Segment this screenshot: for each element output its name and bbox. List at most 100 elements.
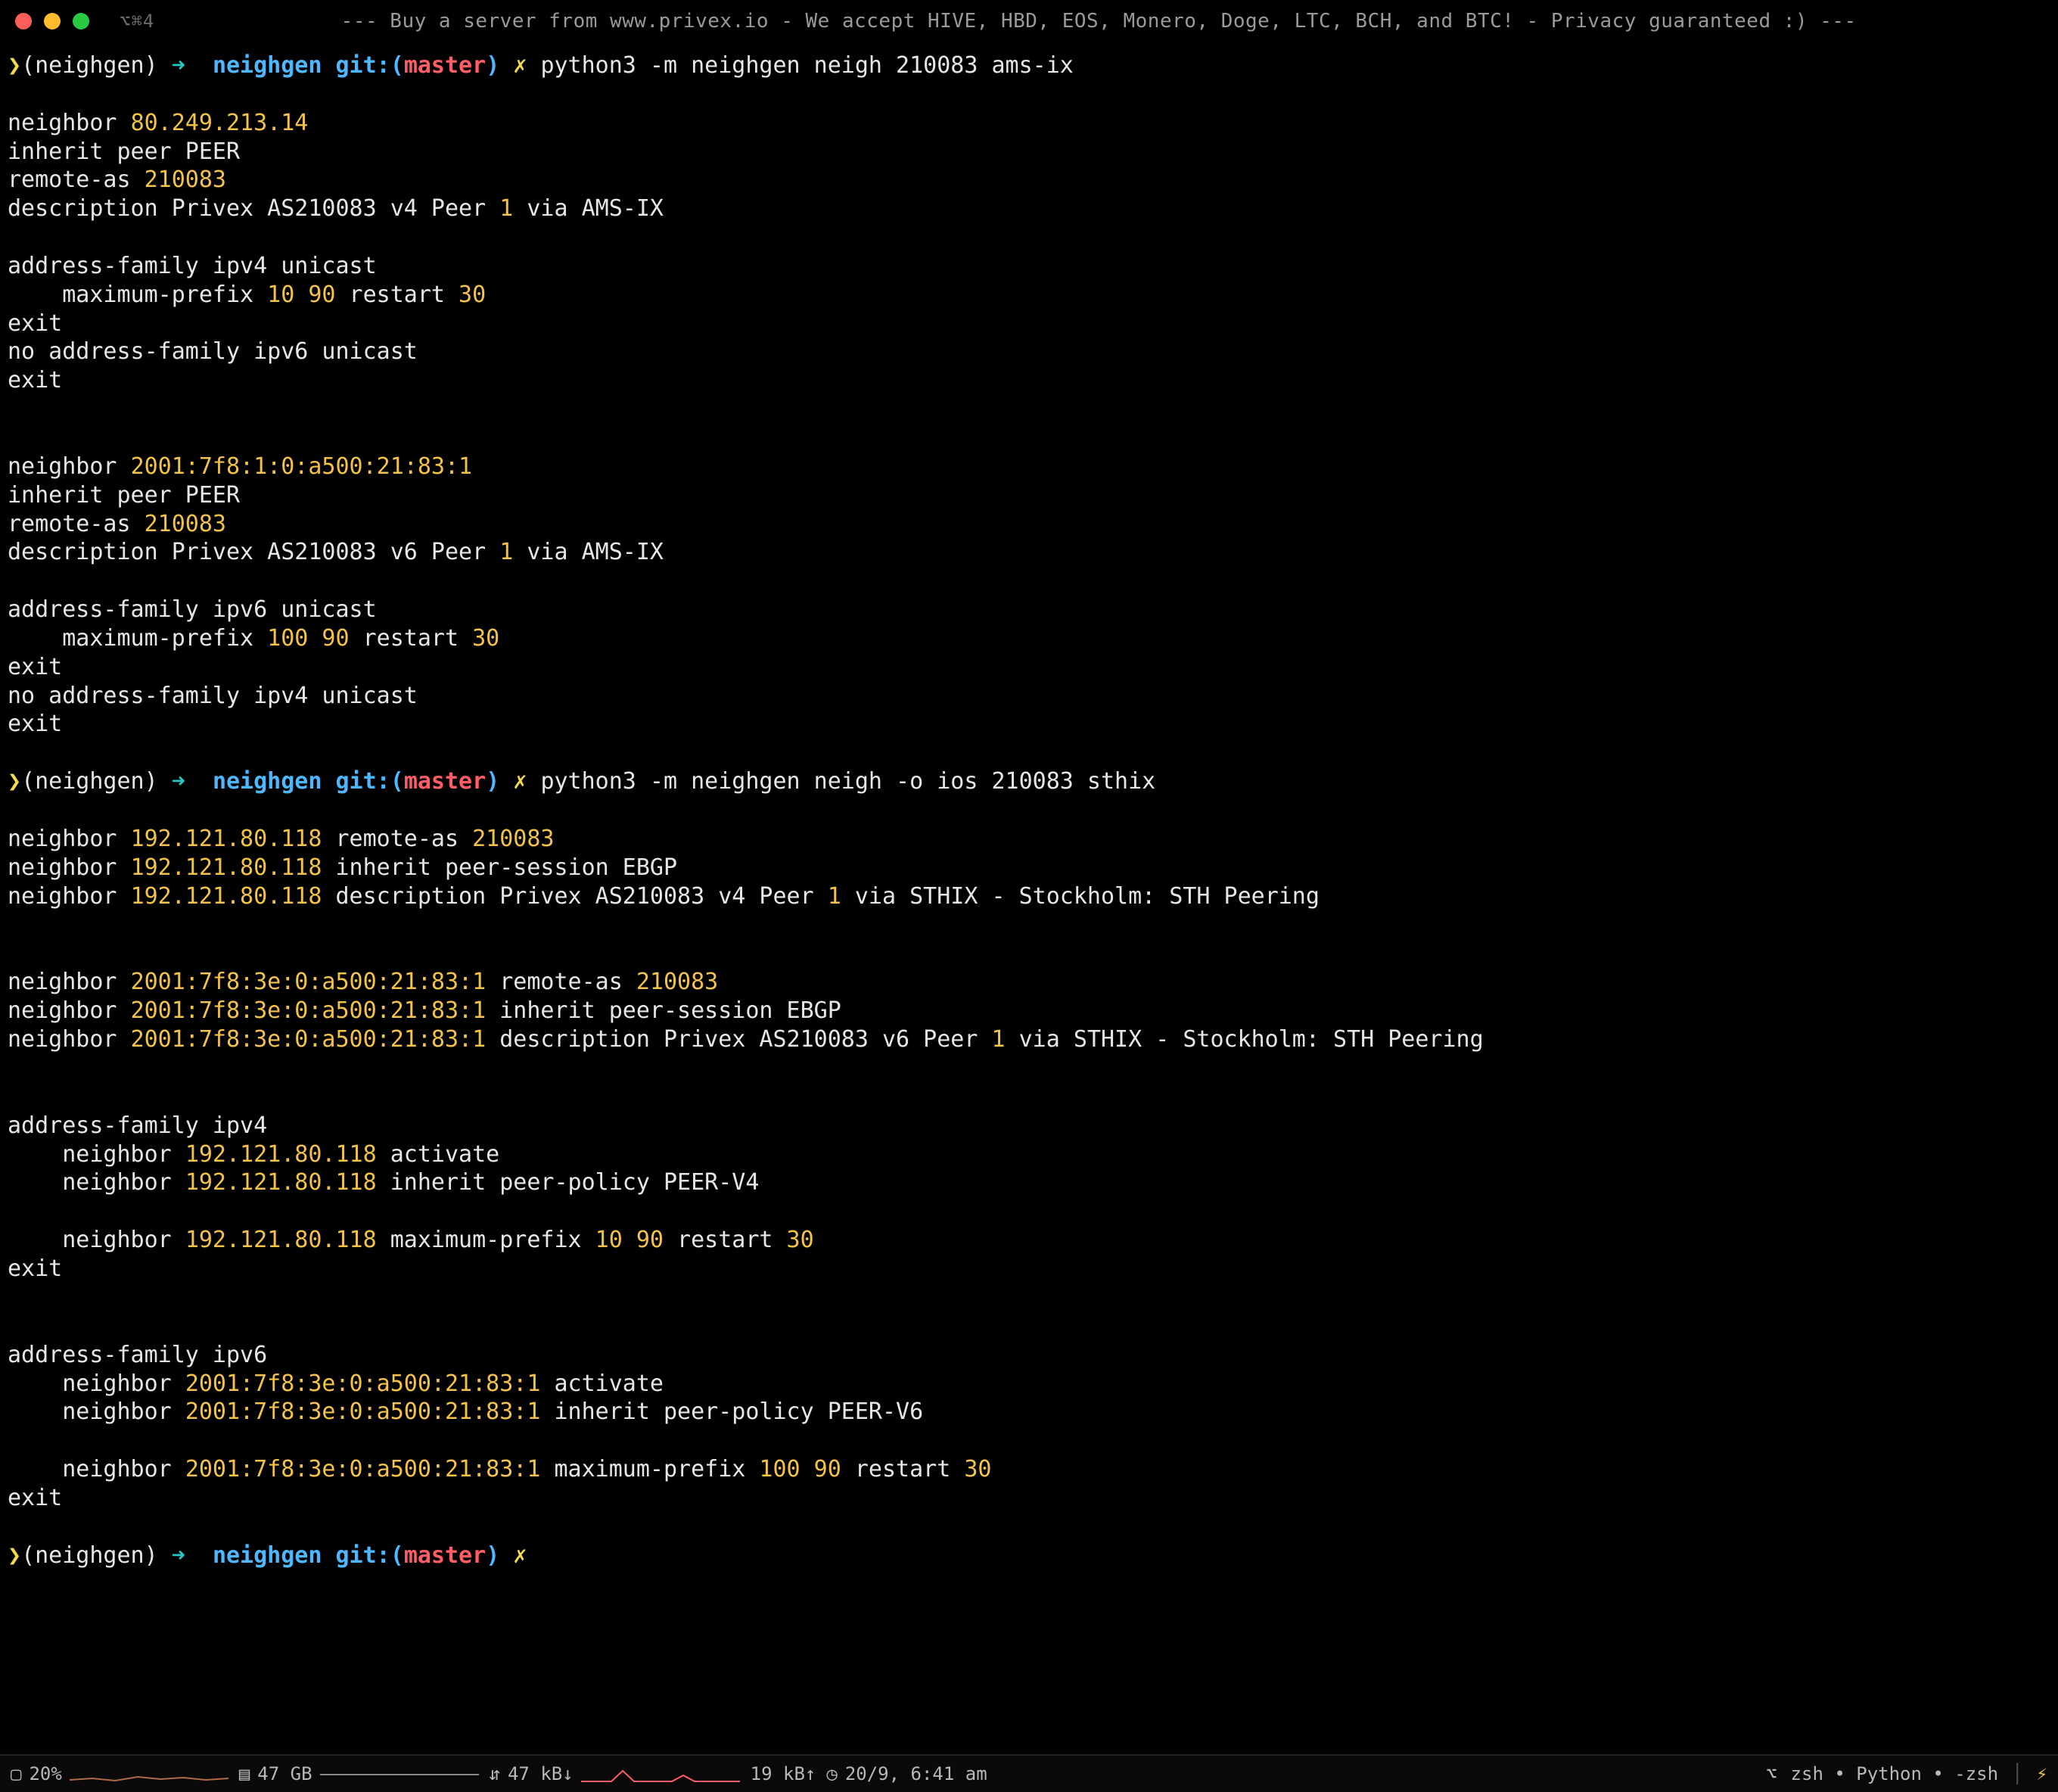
kw-remote-as: remote-as — [8, 511, 145, 537]
output-line: neighbor 80.249.213.14 — [8, 109, 2050, 138]
ip-literal: 192.121.80.118 — [185, 1227, 377, 1253]
output-line: neighbor 2001:7f8:3e:0:a500:21:83:1 inhe… — [8, 1398, 2050, 1426]
status-bar: ▢ 20% ▤ 47 GB ⇵ 47 kB↓ 19 kB↑ ◷ 20/9, 6:… — [0, 1754, 2058, 1792]
window-titlebar: ⌥⌘4 --- Buy a server from www.privex.io … — [0, 0, 2058, 42]
cwd: neighgen — [213, 768, 322, 795]
kw-neighbor: neighbor — [8, 1370, 185, 1397]
output-line: description Privex AS210083 v6 Peer 1 vi… — [8, 538, 2050, 567]
window-title: --- Buy a server from www.privex.io - We… — [154, 9, 2043, 34]
kw-neighbor: neighbor — [8, 826, 131, 852]
asn-literal: 210083 — [636, 969, 718, 995]
asn-literal: 210083 — [472, 826, 554, 852]
asn-literal: 210083 — [145, 166, 226, 193]
num-literal: 1 — [828, 883, 841, 910]
ip-literal: 2001:7f8:1:0:a500:21:83:1 — [131, 453, 473, 480]
output-line: neighbor 2001:7f8:3e:0:a500:21:83:1 acti… — [8, 1370, 2050, 1398]
dirty-icon: ✗ — [513, 52, 527, 79]
kw-inherit: inherit peer-session EBGP — [322, 854, 677, 881]
cpu-icon: ▢ — [11, 1762, 21, 1785]
kw-neighbor: neighbor — [8, 1227, 185, 1253]
desc-text: description Privex AS210083 v4 Peer — [336, 883, 828, 910]
kw-maxprefix: maximum-prefix — [8, 282, 267, 308]
num-literal: 1 — [499, 195, 513, 222]
shortcut-hint: ⌥⌘4 — [120, 10, 154, 33]
output-line: exit — [8, 710, 2050, 739]
num-literal: 90 — [636, 1227, 664, 1253]
output-line: neighbor 2001:7f8:3e:0:a500:21:83:1 remo… — [8, 968, 2050, 997]
net-down-sparkline — [581, 1766, 740, 1782]
kw-neighbor: neighbor — [8, 969, 131, 995]
git-branch: master — [404, 768, 486, 795]
output-line: neighbor 2001:7f8:1:0:a500:21:83:1 — [8, 453, 2050, 481]
kw-neighbor: neighbor — [8, 1456, 185, 1482]
kw-activate: activate — [377, 1141, 500, 1168]
power-icon: ⚡ — [2037, 1762, 2047, 1785]
arrow-icon: ➜ — [172, 768, 185, 795]
kw-remote-as: remote-as — [322, 826, 472, 852]
close-icon[interactable] — [15, 13, 32, 30]
ram-icon: ▤ — [239, 1762, 250, 1785]
zoom-icon[interactable] — [73, 13, 89, 30]
kw-restart: restart — [350, 625, 473, 652]
output-line: address-family ipv6 unicast — [8, 596, 2050, 624]
num-literal: 1 — [499, 539, 513, 565]
ram-widget: ▤ 47 GB — [239, 1762, 479, 1785]
clock-widget: ◷ 20/9, 6:41 am — [826, 1762, 987, 1785]
output-line: exit — [8, 653, 2050, 682]
ip-literal: 192.121.80.118 — [185, 1169, 377, 1196]
ip-literal: 192.121.80.118 — [131, 826, 322, 852]
cpu-widget: ▢ 20% — [11, 1762, 228, 1785]
caret-icon: ❯ — [8, 52, 21, 79]
num-literal: 100 — [267, 625, 308, 652]
output-line: neighbor 2001:7f8:3e:0:a500:21:83:1 maxi… — [8, 1455, 2050, 1484]
num-literal: 10 — [267, 282, 294, 308]
ip-literal: 2001:7f8:3e:0:a500:21:83:1 — [131, 1026, 487, 1053]
num-literal: 90 — [322, 625, 349, 652]
venv-name: (neighgen) — [21, 1542, 158, 1569]
git-label: git: — [336, 1542, 390, 1569]
output-line: exit — [8, 1484, 2050, 1513]
num-literal: 30 — [459, 282, 486, 308]
num-literal: 30 — [472, 625, 499, 652]
num-literal: 100 — [759, 1456, 800, 1482]
sp — [322, 883, 335, 910]
prompt-line-1: ❯(neighgen) ➜ neighgen git:(master) ✗ py… — [8, 51, 2050, 80]
terminal-output[interactable]: ❯(neighgen) ➜ neighgen git:(master) ✗ py… — [0, 42, 2058, 1570]
kw-neighbor: neighbor — [8, 453, 131, 480]
paren-open: ( — [390, 768, 404, 795]
output-line: exit — [8, 1255, 2050, 1283]
output-line: description Privex AS210083 v4 Peer 1 vi… — [8, 194, 2050, 223]
sp — [486, 1026, 499, 1053]
num-literal: 10 — [595, 1227, 623, 1253]
prompt-line-2: ❯(neighgen) ➜ neighgen git:(master) ✗ py… — [8, 767, 2050, 796]
command-1: python3 -m neighgen neigh 210083 ams-ix — [540, 52, 1073, 79]
kw-neighbor: neighbor — [8, 1141, 185, 1168]
output-line: exit — [8, 310, 2050, 338]
num-literal: 30 — [787, 1227, 814, 1253]
dirty-icon: ✗ — [513, 768, 527, 795]
desc-text: via STHIX - Stockholm: STH Peering — [841, 883, 1320, 910]
kw-remote-as: remote-as — [8, 166, 145, 193]
command-2: python3 -m neighgen neigh -o ios 210083 … — [540, 768, 1155, 795]
git-branch: master — [404, 1542, 486, 1569]
desc-text: via STHIX - Stockholm: STH Peering — [1006, 1026, 1484, 1053]
net-down-value: 47 kB↓ — [508, 1762, 574, 1785]
desc-text: description Privex AS210083 v6 Peer — [8, 539, 499, 565]
kw-inherit: inherit peer-policy PEER-V6 — [540, 1398, 923, 1425]
minimize-icon[interactable] — [44, 13, 61, 30]
arrow-icon: ➜ — [172, 52, 185, 79]
network-icon: ⇵ — [490, 1762, 500, 1785]
output-line: inherit peer PEER — [8, 138, 2050, 166]
ip-literal: 2001:7f8:3e:0:a500:21:83:1 — [185, 1398, 541, 1425]
num-literal: 1 — [991, 1026, 1005, 1053]
output-line: maximum-prefix 100 90 restart 30 — [8, 624, 2050, 653]
desc-text: description Privex AS210083 v6 Peer — [499, 1026, 991, 1053]
output-line: neighbor 192.121.80.118 inherit peer-pol… — [8, 1168, 2050, 1197]
prompt-line-3[interactable]: ❯(neighgen) ➜ neighgen git:(master) ✗ — [8, 1542, 2050, 1570]
status-right: ⌥ zsh • Python • -zsh │ ⚡ — [1766, 1762, 2047, 1785]
output-line: neighbor 192.121.80.118 remote-as 210083 — [8, 825, 2050, 854]
venv-name: (neighgen) — [21, 768, 158, 795]
paren-open: ( — [390, 52, 404, 79]
output-line: maximum-prefix 10 90 restart 30 — [8, 281, 2050, 310]
kw-neighbor: neighbor — [8, 997, 131, 1024]
